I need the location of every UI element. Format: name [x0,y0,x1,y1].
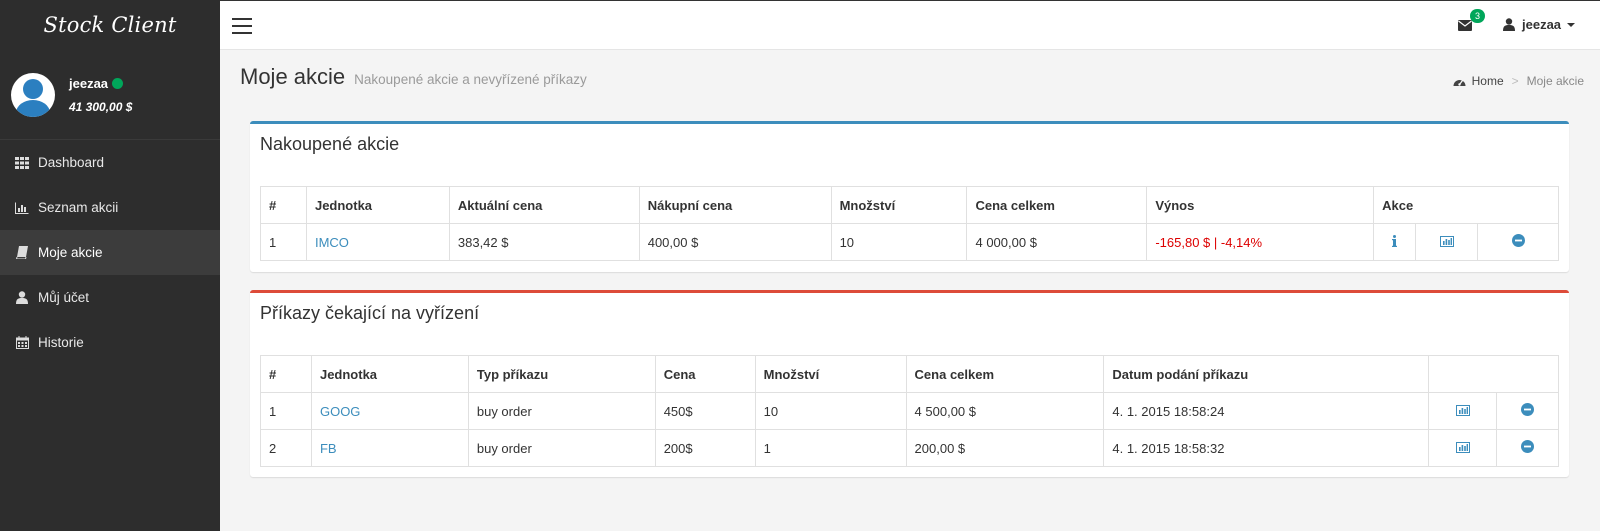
order-type: buy order [467,392,656,430]
user-name: jeezaa [69,75,109,91]
stock-link[interactable]: FB [320,441,337,456]
order-type: buy order [467,429,656,467]
quantity: 10 [754,392,907,430]
sidebar-item-dashboard[interactable]: Dashboard [0,140,220,185]
caret-down-icon [1567,22,1576,27]
column-header: Datum podání příkazu [1103,355,1430,393]
price: 450$ [654,392,756,430]
column-header: Aktuální cena [448,186,640,224]
owned-stocks-box: Nakoupené akcie # Jednotka Aktuální cena… [250,121,1569,272]
brand-logo[interactable]: Stock Client [0,0,220,50]
sidebar-item-label: Historie [38,335,84,350]
remove-circle-icon[interactable] [1521,403,1534,416]
column-header: Cena [654,355,756,393]
column-header: Nákupní cena [638,186,832,224]
dashboard-gauge-icon [1453,76,1466,87]
stock-link[interactable]: GOOG [320,404,360,419]
sidebar-item-muj-ucet[interactable]: Můj účet [0,275,220,320]
avatar [11,72,55,117]
quantity: 1 [754,429,907,467]
column-header: # [260,186,307,224]
column-header: Jednotka [310,355,469,393]
page-title: Moje akcie [240,64,346,89]
owned-stocks-title: Nakoupené akcie [260,134,400,154]
breadcrumb-home[interactable]: Home [1453,74,1504,88]
order-date: 4. 1. 2015 18:58:24 [1103,392,1430,430]
grid-icon [14,156,30,169]
chart-icon[interactable] [1455,441,1470,453]
total-price: 4 500,00 $ [905,392,1105,430]
sidebar-item-label: Můj účet [38,290,90,305]
sidebar-item-label: Moje akcie [38,245,103,260]
column-header: Cena celkem [905,355,1105,393]
column-header: Cena celkem [966,186,1148,224]
topbar: 3 jeezaa [220,0,1600,50]
order-date: 4. 1. 2015 18:58:32 [1103,429,1430,467]
info-icon[interactable] [1392,234,1398,247]
user-icon [14,291,30,304]
sidebar-item-historie[interactable]: Historie [0,320,220,365]
table-row: 1 GOOG buy order 450$ 10 4 500,00 $ 4. 1… [260,392,1559,430]
user-balance: 41 300,00 $ [69,99,133,114]
total-price: 4 000,00 $ [966,223,1148,261]
table-header-row: # Jednotka Aktuální cena Nákupní cena Mn… [260,186,1559,224]
column-header [1428,355,1559,393]
column-header: Množství [754,355,907,393]
top-username: jeezaa [1522,17,1562,32]
row-number: 2 [260,429,312,467]
breadcrumb-current: Moje akcie [1526,74,1584,88]
sidebar-menu: Dashboard Seznam akcii Moje akcie Můj úč… [0,140,220,365]
price: 200$ [654,429,756,467]
stock-link[interactable]: IMCO [315,235,349,250]
sidebar-item-label: Dashboard [38,155,105,170]
user-icon [1503,18,1515,31]
column-header: # [260,355,312,393]
remove-circle-icon[interactable] [1521,440,1534,453]
table-row: 2 FB buy order 200$ 1 200,00 $ 4. 1. 201… [260,429,1559,467]
pending-orders-title: Příkazy čekající na vyřízení [260,303,480,323]
sidebar-item-label: Seznam akcii [38,200,119,215]
column-header: Výnos [1146,186,1375,224]
user-menu[interactable]: jeezaa [1503,17,1576,32]
sidebar-item-moje-akcie[interactable]: Moje akcie [0,230,220,275]
yield: -165,80 $ | -4,14% [1146,223,1375,261]
envelope-icon[interactable] [1458,19,1472,34]
table-header-row: # Jednotka Typ příkazu Cena Množství Cen… [260,355,1559,393]
chart-icon[interactable] [1439,235,1454,247]
buy-price: 400,00 $ [638,223,832,261]
breadcrumb-separator: > [1511,74,1519,88]
breadcrumb: Home > Moje akcie [1453,74,1584,88]
column-header: Typ příkazu [467,355,656,393]
owned-stocks-table: # Jednotka Aktuální cena Nákupní cena Mn… [260,186,1559,261]
menu-toggle-icon[interactable] [232,18,252,34]
chart-icon[interactable] [1455,404,1470,416]
column-header: Množství [830,186,968,224]
current-price: 383,42 $ [448,223,640,261]
row-number: 1 [260,392,312,430]
table-row: 1 IMCO 383,42 $ 400,00 $ 10 4 000,00 $ -… [260,223,1559,261]
sidebar: Stock Client jeezaa 41 300,00 $ Dashboar… [0,0,220,531]
page-subtitle: Nakoupené akcie a nevyřízené příkazy [354,72,587,87]
column-header: Jednotka [305,186,450,224]
book-icon [14,246,30,259]
pending-orders-box: Příkazy čekající na vyřízení # Jednotka … [250,290,1569,477]
mail-count-badge: 3 [1470,9,1485,23]
total-price: 200,00 $ [905,429,1105,467]
user-panel: jeezaa 41 300,00 $ [0,50,220,140]
sidebar-item-seznam-akcii[interactable]: Seznam akcii [0,185,220,230]
column-header: Akce [1373,186,1559,224]
row-number: 1 [260,223,307,261]
remove-circle-icon[interactable] [1511,234,1525,247]
content-header: Moje akcie Nakoupené akcie a nevyřízené … [240,64,587,90]
bar-chart-icon [14,202,30,214]
quantity: 10 [830,223,968,261]
online-status-icon [112,77,124,89]
pending-orders-table: # Jednotka Typ příkazu Cena Množství Cen… [260,355,1559,467]
calendar-icon [14,336,30,349]
